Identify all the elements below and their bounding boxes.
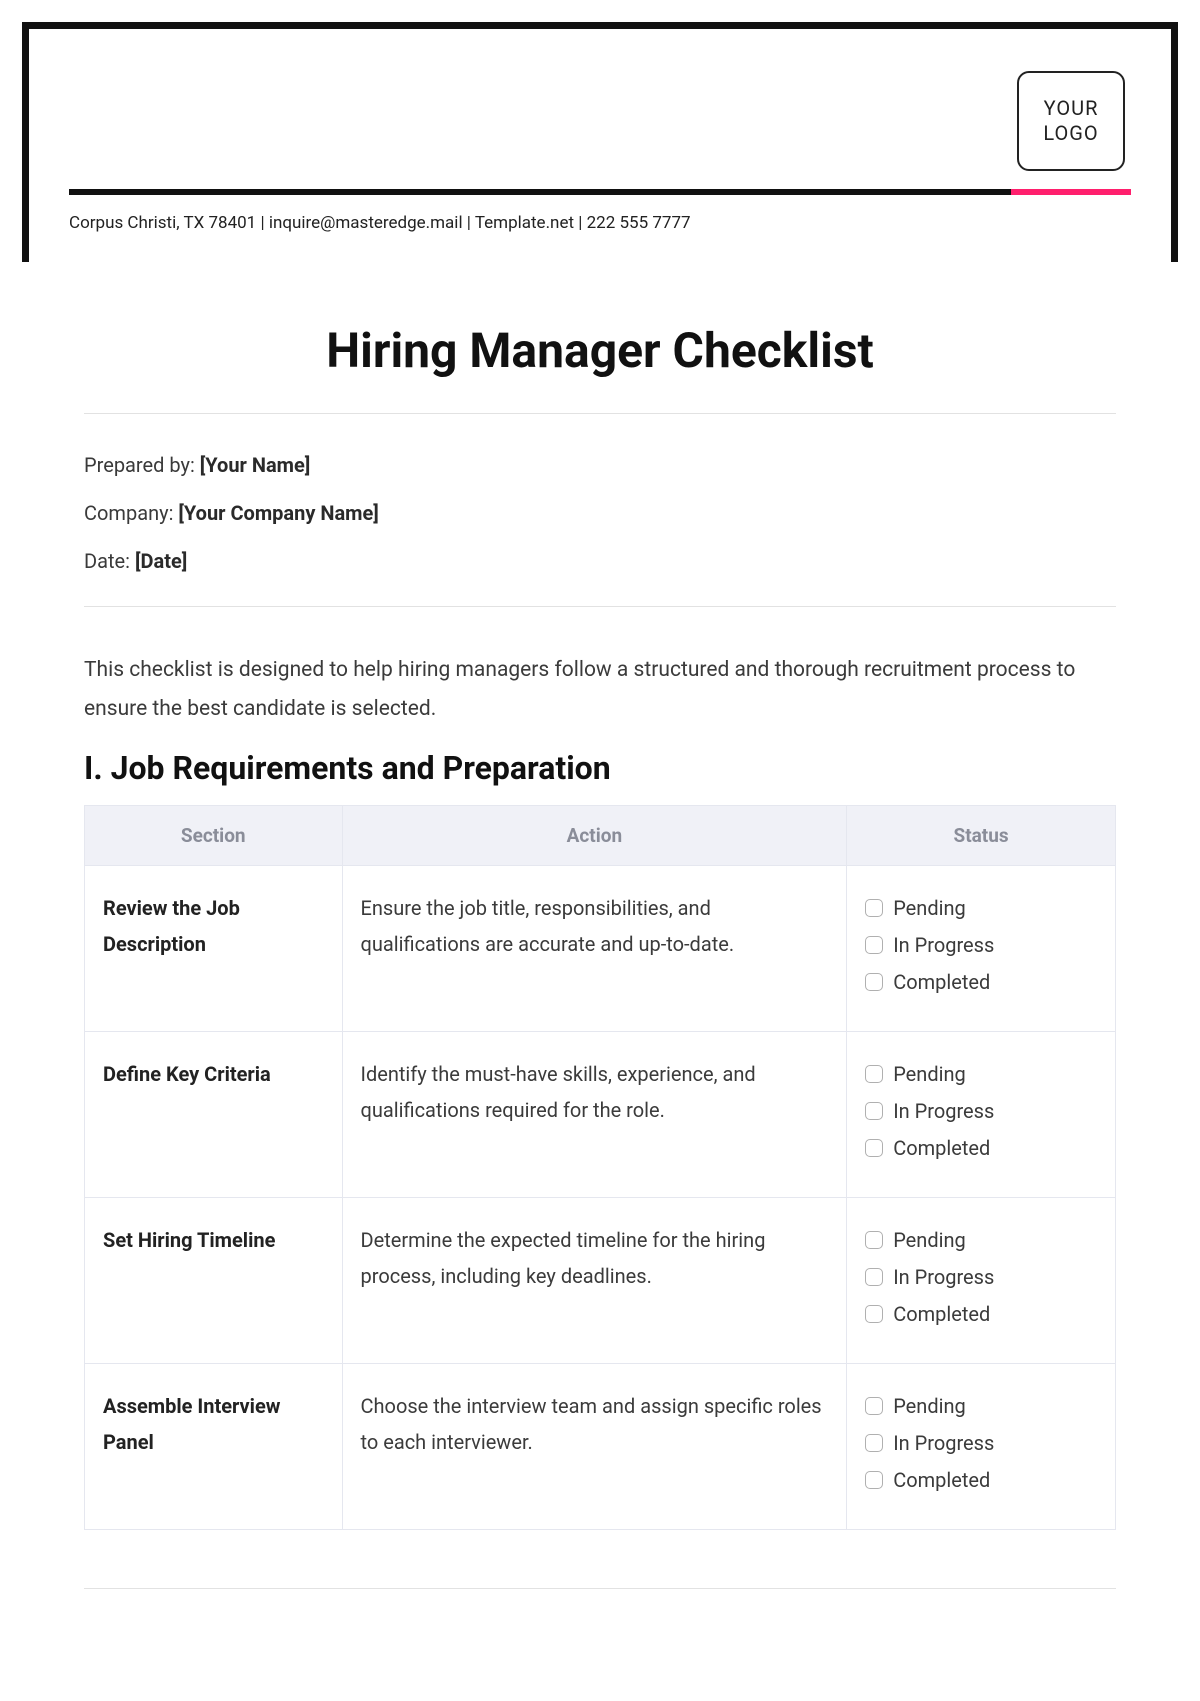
meta-divider xyxy=(84,606,1116,607)
status-label: Pending xyxy=(893,1056,966,1093)
contact-line: Corpus Christi, TX 78401 | inquire@maste… xyxy=(69,213,1131,261)
header-rule-main xyxy=(69,189,1011,195)
checkbox-icon[interactable] xyxy=(865,1268,883,1286)
col-header-status: Status xyxy=(847,806,1115,866)
row-section: Assemble Interview Panel xyxy=(85,1364,343,1529)
meta-prepared-value: [Your Name] xyxy=(200,453,311,477)
status-label: Completed xyxy=(893,1296,990,1333)
table-row: Assemble Interview Panel Choose the inte… xyxy=(85,1364,1115,1529)
table-header-row: Section Action Status xyxy=(85,806,1115,866)
row-action: Choose the interview team and assign spe… xyxy=(343,1364,848,1529)
status-label: Pending xyxy=(893,1222,966,1259)
checkbox-icon[interactable] xyxy=(865,1471,883,1489)
meta-date: Date: [Date] xyxy=(84,546,1116,576)
checkbox-icon[interactable] xyxy=(865,973,883,991)
status-option-pending[interactable]: Pending xyxy=(865,1056,1097,1093)
row-status: Pending In Progress Completed xyxy=(847,1032,1115,1198)
meta-company-value: [Your Company Name] xyxy=(178,501,378,525)
checkbox-icon[interactable] xyxy=(865,1139,883,1157)
status-option-pending[interactable]: Pending xyxy=(865,890,1097,927)
meta-date-value: [Date] xyxy=(135,549,187,573)
checklist-table: Section Action Status Review the Job Des… xyxy=(84,805,1116,1530)
row-section: Set Hiring Timeline xyxy=(85,1198,343,1364)
status-option-completed[interactable]: Completed xyxy=(865,1462,1097,1499)
document-content: Hiring Manager Checklist Prepared by: [Y… xyxy=(22,262,1178,1530)
table-row: Set Hiring Timeline Determine the expect… xyxy=(85,1198,1115,1364)
checkbox-icon[interactable] xyxy=(865,1434,883,1452)
row-action: Ensure the job title, responsibilities, … xyxy=(343,866,848,1032)
meta-block: Prepared by: [Your Name] Company: [Your … xyxy=(84,414,1116,606)
status-option-in-progress[interactable]: In Progress xyxy=(865,927,1097,964)
checkbox-icon[interactable] xyxy=(865,1065,883,1083)
meta-company: Company: [Your Company Name] xyxy=(84,498,1116,528)
meta-date-label: Date: xyxy=(84,549,135,573)
intro-paragraph: This checklist is designed to help hirin… xyxy=(84,651,1116,729)
checkbox-icon[interactable] xyxy=(865,899,883,917)
status-label: In Progress xyxy=(893,1259,994,1296)
status-label: Completed xyxy=(893,1130,990,1167)
status-option-completed[interactable]: Completed xyxy=(865,1296,1097,1333)
checkbox-icon[interactable] xyxy=(865,936,883,954)
checkbox-icon[interactable] xyxy=(865,1397,883,1415)
logo-text-line1: YOUR xyxy=(1044,96,1099,120)
status-option-pending[interactable]: Pending xyxy=(865,1388,1097,1425)
status-label: Pending xyxy=(893,1388,966,1425)
bottom-divider xyxy=(84,1588,1116,1589)
status-option-completed[interactable]: Completed xyxy=(865,1130,1097,1167)
row-section: Review the Job Description xyxy=(85,866,343,1032)
status-label: In Progress xyxy=(893,1093,994,1130)
logo-text-line2: LOGO xyxy=(1043,121,1098,145)
status-label: In Progress xyxy=(893,927,994,964)
col-header-section: Section xyxy=(85,806,343,866)
row-status: Pending In Progress Completed xyxy=(847,866,1115,1032)
table-row: Review the Job Description Ensure the jo… xyxy=(85,866,1115,1032)
status-label: Pending xyxy=(893,890,966,927)
row-status: Pending In Progress Completed xyxy=(847,1364,1115,1529)
status-option-in-progress[interactable]: In Progress xyxy=(865,1093,1097,1130)
checkbox-icon[interactable] xyxy=(865,1102,883,1120)
logo-placeholder: YOUR LOGO xyxy=(1017,71,1125,171)
meta-prepared-by: Prepared by: [Your Name] xyxy=(84,450,1116,480)
header-frame: YOUR LOGO Corpus Christi, TX 78401 | inq… xyxy=(22,22,1178,262)
meta-company-label: Company: xyxy=(84,501,178,525)
status-label: Completed xyxy=(893,964,990,1001)
status-label: Completed xyxy=(893,1462,990,1499)
row-status: Pending In Progress Completed xyxy=(847,1198,1115,1364)
status-option-completed[interactable]: Completed xyxy=(865,964,1097,1001)
table-row: Define Key Criteria Identify the must-ha… xyxy=(85,1032,1115,1198)
col-header-action: Action xyxy=(343,806,848,866)
section-1-heading: I. Job Requirements and Preparation xyxy=(84,749,1116,787)
status-option-pending[interactable]: Pending xyxy=(865,1222,1097,1259)
row-action: Determine the expected timeline for the … xyxy=(343,1198,848,1364)
row-action: Identify the must-have skills, experienc… xyxy=(343,1032,848,1198)
document-title: Hiring Manager Checklist xyxy=(84,322,1116,413)
status-option-in-progress[interactable]: In Progress xyxy=(865,1425,1097,1462)
checkbox-icon[interactable] xyxy=(865,1231,883,1249)
row-section: Define Key Criteria xyxy=(85,1032,343,1198)
status-option-in-progress[interactable]: In Progress xyxy=(865,1259,1097,1296)
header-rule xyxy=(69,189,1131,197)
checkbox-icon[interactable] xyxy=(865,1305,883,1323)
header-rule-accent xyxy=(1011,189,1131,195)
meta-prepared-label: Prepared by: xyxy=(84,453,200,477)
status-label: In Progress xyxy=(893,1425,994,1462)
